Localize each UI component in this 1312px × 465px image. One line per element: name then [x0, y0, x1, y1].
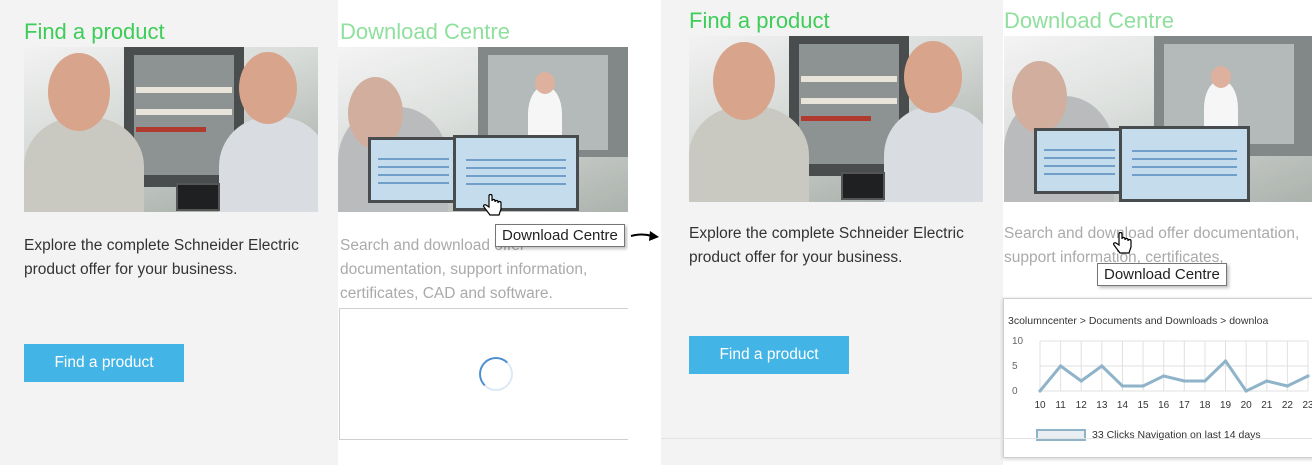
clicks-line-chart: 0 5 10 10 11 12 13 14 15 16 17 18 19 20 21 22 23	[1012, 336, 1312, 411]
y-tick-label: 0	[1012, 386, 1018, 397]
x-tick-label: 18	[1199, 400, 1211, 411]
series-point	[1141, 384, 1145, 388]
x-tick-label: 22	[1282, 400, 1294, 411]
download-centre-tooltip: Download Centre	[1097, 263, 1227, 286]
transition-arrow-icon	[630, 231, 659, 241]
x-tick-label: 11	[1055, 400, 1066, 411]
right-screenshot-panel: Find a product Explore the complete Schn…	[661, 0, 1312, 465]
series-point	[1306, 374, 1310, 378]
find-product-title: Find a product	[24, 19, 165, 44]
hand-cursor-icon	[1113, 232, 1132, 254]
series-point	[1203, 379, 1207, 383]
x-tick-label: 14	[1117, 400, 1129, 411]
y-tick-label: 5	[1012, 361, 1018, 372]
legend-label: 33 Clicks Navigation on last 14 days	[1092, 429, 1261, 441]
download-centre-photo[interactable]	[1004, 36, 1312, 202]
x-tick-label: 23	[1302, 400, 1312, 411]
x-tick-label: 10	[1034, 400, 1046, 411]
series-point	[1265, 379, 1269, 383]
chart-legend: 33 Clicks Navigation on last 14 days	[1036, 429, 1261, 441]
series-point	[1079, 379, 1083, 383]
y-tick-label: 10	[1012, 336, 1024, 347]
loading-card	[339, 308, 628, 440]
find-product-title: Find a product	[689, 8, 830, 33]
loading-spinner-icon	[479, 357, 513, 391]
x-tick-label: 13	[1096, 400, 1108, 411]
divider-line	[661, 438, 1312, 439]
x-tick-label: 16	[1158, 400, 1170, 411]
find-product-button[interactable]: Find a product	[24, 344, 184, 382]
find-product-photo	[24, 47, 318, 212]
hand-cursor-icon	[483, 194, 502, 216]
download-centre-tooltip: Download Centre	[495, 224, 625, 247]
series-point	[1182, 379, 1186, 383]
chart-title: 3columncenter > Documents and Downloads …	[1008, 315, 1269, 327]
series-point	[1120, 384, 1125, 388]
download-centre-title[interactable]: Download Centre	[340, 19, 510, 45]
x-tick-label: 12	[1076, 400, 1088, 411]
left-screenshot-panel: Find a product Explore the complete Schn…	[0, 0, 628, 465]
find-product-description: Explore the complete Schneider Electric …	[689, 225, 964, 266]
series-point	[1244, 389, 1248, 393]
find-product-photo	[689, 36, 983, 202]
find-product-button[interactable]: Find a product	[689, 336, 849, 374]
series-point	[1223, 359, 1228, 363]
clicks-chart-card: 3columncenter > Documents and Downloads …	[1003, 298, 1312, 458]
series-point	[1162, 374, 1166, 378]
x-tick-label: 21	[1261, 400, 1273, 411]
series-point	[1059, 364, 1063, 368]
x-tick-label: 15	[1138, 400, 1150, 411]
find-product-description: Explore the complete Schneider Electric …	[24, 237, 299, 278]
download-centre-title[interactable]: Download Centre	[1004, 8, 1174, 34]
legend-swatch	[1036, 429, 1086, 441]
x-tick-label: 19	[1220, 400, 1232, 411]
x-tick-label: 17	[1179, 400, 1191, 411]
series-point	[1038, 389, 1042, 393]
series-point	[1285, 384, 1289, 388]
download-centre-photo[interactable]	[338, 47, 628, 212]
series-point	[1100, 364, 1104, 368]
x-tick-label: 20	[1241, 400, 1253, 411]
